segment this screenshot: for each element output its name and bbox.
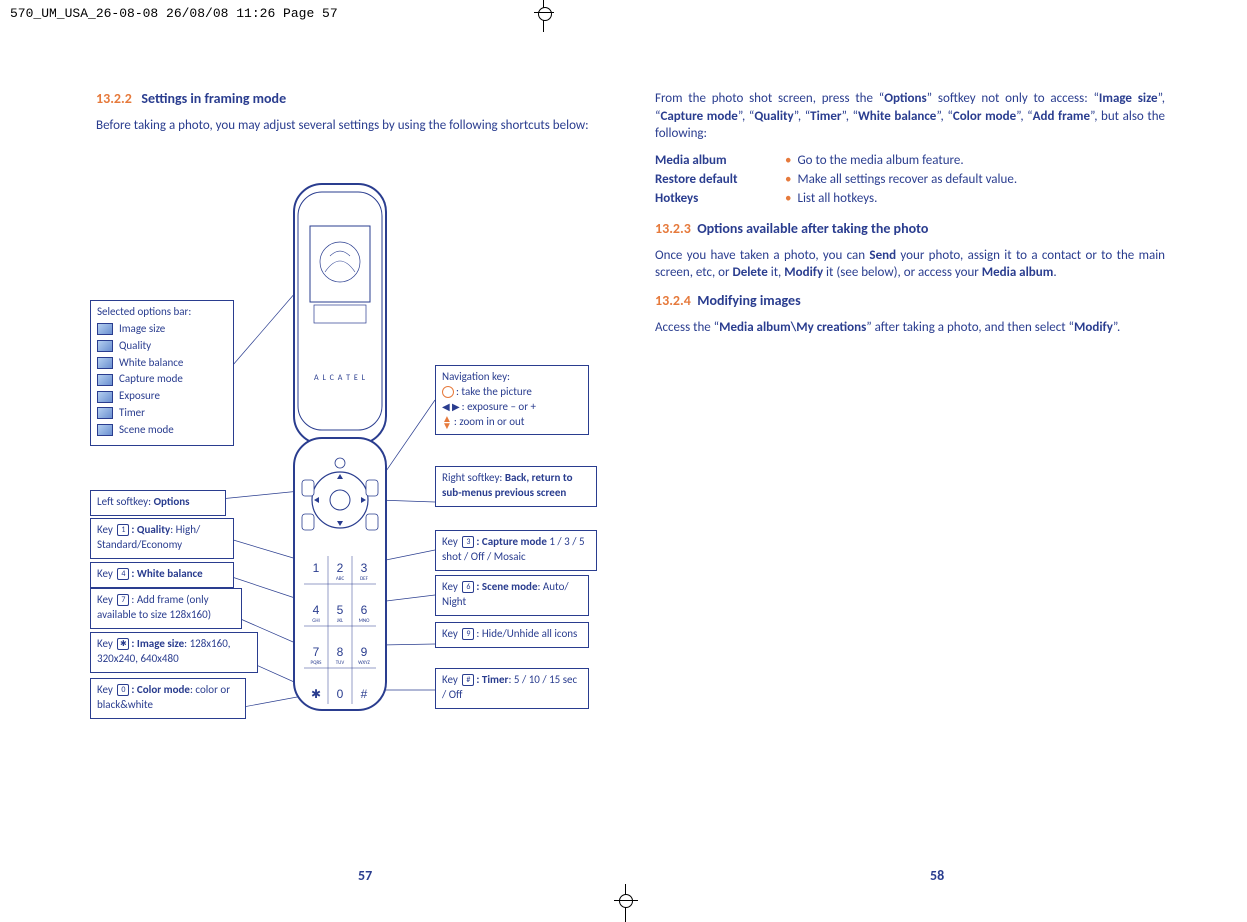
option-item: Timer	[97, 406, 227, 421]
bullet-icon: •	[785, 153, 791, 168]
quality-icon	[97, 340, 113, 352]
crop-mark-bottom	[612, 876, 640, 922]
svg-text:0: 0	[337, 687, 344, 701]
timer-icon	[97, 407, 113, 419]
svg-text:1: 1	[313, 561, 320, 575]
up-down-icon: ▲▼	[442, 415, 452, 429]
svg-text:#: #	[361, 687, 368, 701]
option-item: Exposure	[97, 389, 227, 404]
svg-text:JKL: JKL	[337, 618, 344, 624]
callout-navigation-key: Navigation key: : take the picture ◀ ▶: …	[435, 365, 589, 435]
svg-text:ABC: ABC	[336, 576, 345, 582]
svg-text:6: 6	[361, 603, 368, 617]
callout-key-0: Key 0: Color mode: color or black&white	[90, 678, 246, 719]
phone-illustration: A L C A T E L 123 456 789 ✱0# A	[270, 180, 410, 720]
def-desc: Go to the media album feature.	[797, 153, 1165, 168]
exposure-icon	[97, 391, 113, 403]
option-item: Capture mode	[97, 372, 227, 387]
options-paragraph: From the photo shot screen, press the “O…	[655, 90, 1165, 143]
callout-options-bar: Selected options bar: Image size Quality…	[90, 300, 234, 446]
key-9-icon: 9	[462, 628, 474, 640]
section-heading-1324: 13.2.4 Modifying images	[655, 292, 1165, 309]
callout-key-4: Key 4: White balance	[90, 562, 234, 588]
def-term: Restore default	[655, 172, 785, 187]
manual-page: 570_UM_USA_26-08-08 26/08/08 11:26 Page …	[0, 0, 1247, 922]
right-page: From the photo shot screen, press the “O…	[655, 90, 1165, 346]
svg-text:5: 5	[337, 603, 344, 617]
section-heading-1322: 13.2.2 Settings in framing mode	[96, 90, 606, 107]
callout-key-hash: Key #: Timer: 5 / 10 / 15 sec / Off	[435, 668, 589, 709]
section-title: Settings in framing mode	[141, 90, 286, 107]
def-row: Restore default • Make all settings reco…	[655, 172, 1165, 187]
key-1-icon: 1	[117, 524, 129, 536]
modify-paragraph: Access the “Media album\My creations” af…	[655, 319, 1165, 337]
svg-text:MNO: MNO	[359, 618, 371, 624]
callout-left-softkey: Left softkey: Options	[90, 490, 226, 516]
crop-mark-top	[530, 0, 558, 40]
option-item: Image size	[97, 322, 227, 337]
def-row: Media album • Go to the media album feat…	[655, 153, 1165, 168]
svg-text:A L C A T E L: A L C A T E L	[314, 373, 366, 383]
svg-text:PQRS: PQRS	[311, 660, 323, 666]
svg-text:GHI: GHI	[312, 618, 320, 624]
page-number-left: 57	[358, 867, 372, 884]
intro-paragraph: Before taking a photo, you may adjust se…	[96, 117, 606, 135]
svg-text:2: 2	[337, 561, 344, 575]
key-4-icon: 4	[117, 568, 129, 580]
svg-text:WXYZ: WXYZ	[358, 660, 370, 666]
callout-key-7: Key 7: Add frame (only available to size…	[90, 588, 242, 629]
callout-key-star: Key ✱: Image size: 128x160, 320x240, 640…	[90, 632, 258, 673]
key-3-icon: 3	[462, 536, 474, 548]
nav-title: Navigation key:	[442, 370, 582, 385]
section-heading-1323: 13.2.3 Options available after taking th…	[655, 220, 1165, 237]
svg-text:✱: ✱	[311, 687, 321, 701]
after-photo-paragraph: Once you have taken a photo, you can Sen…	[655, 247, 1165, 282]
callout-key-9: Key 9: Hide/Unhide all icons	[435, 622, 589, 648]
callout-key-6: Key 6: Scene mode: Auto/ Night	[435, 575, 589, 616]
page-number-right: 58	[930, 867, 944, 884]
svg-text:7: 7	[313, 645, 320, 659]
bullet-icon: •	[785, 172, 791, 187]
def-term: Media album	[655, 153, 785, 168]
svg-text:4: 4	[313, 603, 320, 617]
svg-text:DEF: DEF	[360, 576, 369, 582]
svg-text:TUV: TUV	[336, 660, 345, 666]
bullet-icon: •	[785, 191, 791, 206]
option-item: White balance	[97, 356, 227, 371]
scene-mode-icon	[97, 424, 113, 436]
def-desc: List all hotkeys.	[797, 191, 1165, 206]
ok-key-icon	[442, 386, 454, 398]
def-row: Hotkeys • List all hotkeys.	[655, 191, 1165, 206]
key-0-icon: 0	[117, 684, 129, 696]
callout-right-softkey: Right softkey: Back, return to sub-menus…	[435, 466, 597, 507]
white-balance-icon	[97, 357, 113, 369]
options-bar-title: Selected options bar:	[97, 305, 227, 320]
option-item: Quality	[97, 339, 227, 354]
def-term: Hotkeys	[655, 191, 785, 206]
key-7-icon: 7	[117, 594, 129, 606]
capture-mode-icon	[97, 374, 113, 386]
image-size-icon	[97, 323, 113, 335]
callout-key-1: Key 1: Quality: High/ Standard/Economy	[90, 518, 234, 559]
svg-text:8: 8	[337, 645, 344, 659]
key-star-icon: ✱	[117, 638, 129, 650]
left-page: 13.2.2 Settings in framing mode Before t…	[96, 90, 606, 145]
option-item: Scene mode	[97, 423, 227, 438]
def-desc: Make all settings recover as default val…	[797, 172, 1165, 187]
section-number: 13.2.2	[96, 90, 132, 107]
svg-text:9: 9	[361, 645, 368, 659]
print-header: 570_UM_USA_26-08-08 26/08/08 11:26 Page …	[10, 6, 338, 21]
phone-diagram-area: A L C A T E L 123 456 789 ✱0# A	[90, 170, 620, 790]
callout-key-3: Key 3: Capture mode 1 / 3 / 5 shot / Off…	[435, 530, 597, 571]
svg-text:3: 3	[361, 561, 368, 575]
key-6-icon: 6	[462, 581, 474, 593]
key-hash-icon: #	[462, 674, 474, 686]
